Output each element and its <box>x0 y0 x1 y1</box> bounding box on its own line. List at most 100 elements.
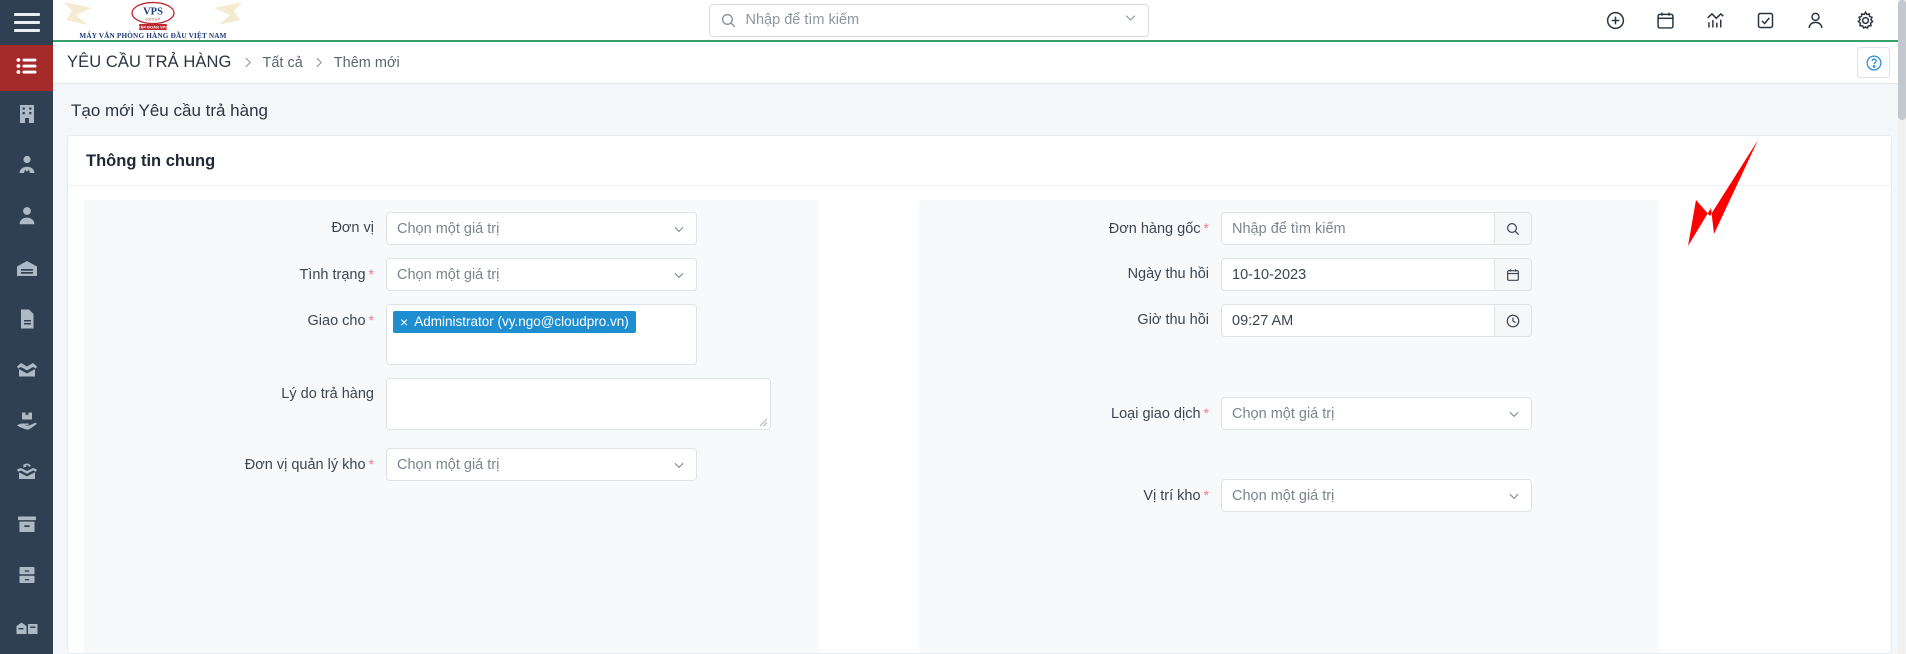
ngay-thu-hoi-calendar-button[interactable] <box>1494 258 1532 291</box>
scrollbar-thumb[interactable] <box>1898 0 1906 120</box>
global-search-input[interactable] <box>745 12 1114 28</box>
calendar-icon[interactable] <box>1654 9 1676 31</box>
chevron-down-icon <box>1507 489 1521 503</box>
required-marker: * <box>368 456 374 472</box>
form-column-left: Đơn vị Chọn một giá trị Tình trạng * Chọ… <box>84 200 819 653</box>
don-hang-goc-input[interactable] <box>1221 212 1494 245</box>
chevron-down-icon <box>672 458 686 472</box>
field-label-tinh-trang: Tình trạng * <box>299 266 374 283</box>
document-icon <box>15 307 39 336</box>
sidebar-item-user[interactable] <box>0 193 53 244</box>
ngay-thu-hoi-input-group <box>1221 258 1532 291</box>
box-hand-icon <box>15 409 39 438</box>
field-control-ngay-thu-hoi <box>1221 258 1532 291</box>
page-scrollbar[interactable] <box>1898 0 1906 654</box>
required-marker: * <box>1203 487 1209 503</box>
global-search-box[interactable] <box>708 3 1149 37</box>
gio-thu-hoi-input[interactable] <box>1221 304 1494 337</box>
breadcrumb-item-new[interactable]: Thêm mới <box>334 55 400 71</box>
chevron-down-icon <box>1507 407 1521 421</box>
field-control-don-vi: Chọn một giá trị <box>386 212 697 245</box>
form-grid: Đơn vị Chọn một giá trị Tình trạng * Chọ… <box>68 186 1891 653</box>
sidebar-item-archive-box[interactable] <box>0 500 53 551</box>
don-hang-goc-search-button[interactable] <box>1494 212 1532 245</box>
vi-tri-kho-select[interactable]: Chọn một giá trị <box>1221 479 1532 512</box>
checkbox-icon[interactable] <box>1754 9 1776 31</box>
svg-text:TẬP ĐOÀN VPS: TẬP ĐOÀN VPS <box>138 25 168 30</box>
required-marker: * <box>368 266 374 282</box>
clock-icon <box>1506 314 1520 327</box>
gear-icon[interactable] <box>1854 9 1876 31</box>
breadcrumb-item-all[interactable]: Tất cả <box>263 55 303 71</box>
general-info-card: Thông tin chung Đơn vị Chọn một giá trị <box>67 135 1892 654</box>
field-control-don-vi-quan-ly-kho: Chọn một giá trị <box>386 448 697 481</box>
field-label-vi-tri-kho: Vị trí kho * <box>1143 487 1209 504</box>
field-label-gio-thu-hoi: Giờ thu hồi <box>1137 312 1209 328</box>
required-marker: * <box>1203 220 1209 236</box>
user-icon <box>15 204 39 233</box>
ngay-thu-hoi-input[interactable] <box>1221 258 1494 291</box>
user-icon[interactable] <box>1804 9 1826 31</box>
field-row-giao-cho: Giao cho * × Administrator (vy.ngo@cloudp… <box>96 304 807 365</box>
breadcrumb-module[interactable]: YÊU CẦU TRẢ HÀNG <box>67 53 232 72</box>
gio-thu-hoi-clock-button[interactable] <box>1494 304 1532 337</box>
sidebar-item-return-box[interactable] <box>0 449 53 500</box>
building-icon <box>15 102 39 131</box>
open-box-icon <box>15 358 39 387</box>
remove-tag-icon[interactable]: × <box>400 315 408 329</box>
sidebar-item-list[interactable] <box>0 45 53 91</box>
field-row-gio-thu-hoi: Giờ thu hồi <box>931 304 1647 337</box>
field-control-gio-thu-hoi <box>1221 304 1532 337</box>
sidebar-item-document[interactable] <box>0 296 53 347</box>
add-circle-icon[interactable] <box>1604 9 1626 31</box>
field-row-tinh-trang: Tình trạng * Chọn một giá trị <box>96 258 807 291</box>
file-cabinet-icon <box>15 563 39 592</box>
chart-icon[interactable] <box>1704 9 1726 31</box>
svg-text:GROUP: GROUP <box>145 18 161 22</box>
field-row-loai-giao-dich: Loại giao dịch * Chọn một giá trị <box>931 397 1647 430</box>
gio-thu-hoi-input-group <box>1221 304 1532 337</box>
warehouse-truck-icon <box>15 614 39 643</box>
field-row-don-hang-goc: Đơn hàng gốc * <box>931 212 1647 245</box>
hamburger-line <box>13 21 40 25</box>
chevron-down-icon <box>672 222 686 236</box>
giao-cho-tag-input[interactable]: × Administrator (vy.ngo@cloudpro.vn) <box>386 304 697 365</box>
app-root: VPS GROUP TẬP ĐOÀN VPS MÁY VĂN PHÒNG HÀN… <box>0 0 1906 654</box>
vi-tri-kho-placeholder: Chọn một giá trị <box>1232 487 1335 504</box>
sidebar-item-file-cabinet[interactable] <box>0 552 53 603</box>
don-hang-goc-input-group <box>1221 212 1532 245</box>
sidebar-item-warehouse[interactable] <box>0 244 53 295</box>
field-row-ngay-thu-hoi: Ngày thu hồi <box>931 258 1647 291</box>
sidebar-item-open-box[interactable] <box>0 347 53 398</box>
column-gap <box>819 200 919 653</box>
field-label-ly-do-tra-hang: Lý do trả hàng <box>281 386 374 402</box>
company-logo[interactable]: VPS GROUP TẬP ĐOÀN VPS MÁY VĂN PHÒNG HÀN… <box>53 0 253 41</box>
chevron-down-icon[interactable] <box>1123 10 1138 30</box>
tinh-trang-select[interactable]: Chọn một giá trị <box>386 258 697 291</box>
field-row-don-vi: Đơn vị Chọn một giá trị <box>96 212 807 245</box>
field-control-don-hang-goc <box>1221 212 1532 245</box>
sidebar-item-building[interactable] <box>0 91 53 142</box>
field-label-giao-cho: Giao cho * <box>307 312 375 329</box>
don-vi-select[interactable]: Chọn một giá trị <box>386 212 697 245</box>
return-box-icon <box>15 460 39 489</box>
sidebar-item-contact[interactable] <box>0 142 53 193</box>
sidebar-item-box-hand[interactable] <box>0 398 53 449</box>
section-title: Thông tin chung <box>68 136 1891 186</box>
hamburger-menu-button[interactable] <box>0 0 53 46</box>
question-mark-icon <box>1865 54 1882 71</box>
archive-box-icon <box>15 512 39 541</box>
sidebar-item-warehouse-truck[interactable] <box>0 603 53 654</box>
field-row-vi-tri-kho: Vị trí kho * Chọn một giá trị <box>931 479 1647 512</box>
field-control-vi-tri-kho: Chọn một giá trị <box>1221 479 1532 512</box>
help-button[interactable] <box>1857 47 1890 78</box>
hamburger-line <box>13 13 40 17</box>
field-label-ngay-thu-hoi: Ngày thu hồi <box>1127 266 1209 282</box>
loai-giao-dich-select[interactable]: Chọn một giá trị <box>1221 397 1532 430</box>
search-icon <box>1507 222 1520 235</box>
giao-cho-tag-chip[interactable]: × Administrator (vy.ngo@cloudpro.vn) <box>393 311 636 333</box>
ly-do-tra-hang-textarea[interactable] <box>386 378 771 430</box>
form-column-right: Đơn hàng gốc * Nhập để tìm kiếm Ngày thu… <box>919 200 1659 653</box>
don-vi-quan-ly-kho-select[interactable]: Chọn một giá trị <box>386 448 697 481</box>
chevron-right-icon <box>312 56 325 69</box>
